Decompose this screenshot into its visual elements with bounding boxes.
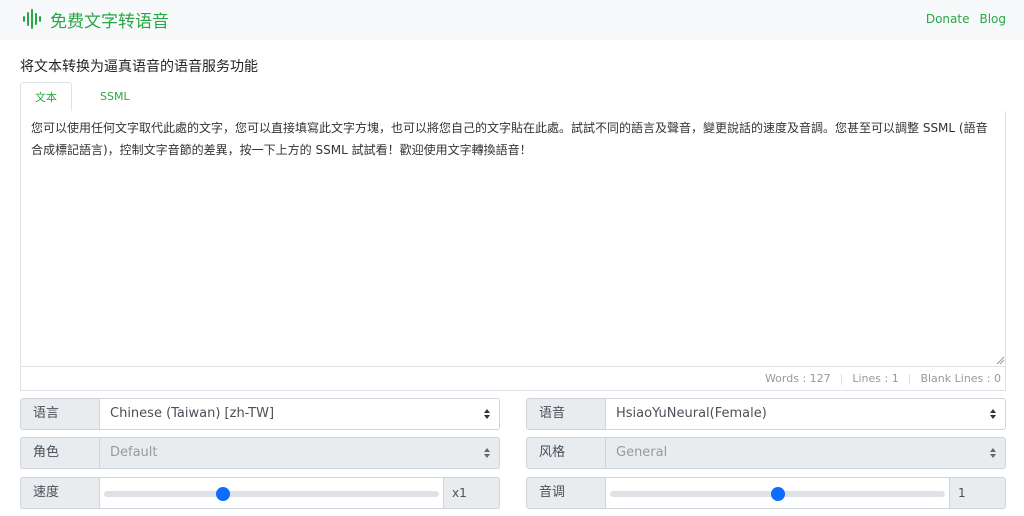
language-group: 语言 Chinese (Taiwan) [zh-TW] xyxy=(20,398,500,430)
navbar: 免费文字转语音 Donate Blog xyxy=(0,0,1024,40)
blog-link[interactable]: Blog xyxy=(979,12,1006,26)
select-arrows-icon xyxy=(484,409,490,419)
brand-link[interactable]: 免费文字转语音 xyxy=(22,7,169,32)
voice-label: 语音 xyxy=(526,398,606,430)
style-label: 风格 xyxy=(526,437,606,469)
tab-text[interactable]: 文本 xyxy=(20,82,72,112)
resize-handle-icon[interactable] xyxy=(996,356,1005,365)
speed-label: 速度 xyxy=(20,477,100,509)
speed-slider[interactable] xyxy=(100,477,444,509)
role-label: 角色 xyxy=(20,437,100,469)
blank-line-count: Blank Lines : 0 xyxy=(920,372,1001,385)
text-stats: Words : 127 | Lines : 1 | Blank Lines : … xyxy=(20,367,1006,391)
page-title: 将文本转换为逼真语音的语音服务功能 xyxy=(20,59,258,75)
select-arrows-icon xyxy=(484,448,490,458)
language-label: 语言 xyxy=(20,398,100,430)
nav-links: Donate Blog xyxy=(926,12,1006,26)
tab-bar: 文本 SSML xyxy=(20,82,1006,112)
divider: | xyxy=(907,372,912,385)
speed-slider-thumb[interactable] xyxy=(216,487,231,501)
audio-wave-icon xyxy=(23,9,41,29)
slider-track xyxy=(104,491,439,497)
style-group: 风格 General xyxy=(526,437,1006,469)
speed-group: 速度 x1 xyxy=(20,477,500,509)
style-value: General xyxy=(616,445,668,460)
select-arrows-icon xyxy=(990,409,996,419)
divider: | xyxy=(839,372,844,385)
speed-value: x1 xyxy=(444,477,500,509)
pitch-slider[interactable] xyxy=(606,477,950,509)
role-select: Default xyxy=(100,437,500,469)
line-count: Lines : 1 xyxy=(852,372,899,385)
donate-link[interactable]: Donate xyxy=(926,12,970,26)
app-title: 免费文字转语音 xyxy=(50,11,169,32)
language-value: Chinese (Taiwan) [zh-TW] xyxy=(110,406,275,421)
word-count: Words : 127 xyxy=(764,372,831,385)
voice-value: HsiaoYuNeural(Female) xyxy=(616,406,767,421)
pitch-slider-thumb[interactable] xyxy=(770,487,785,501)
pitch-value: 1 xyxy=(950,477,1006,509)
pitch-label: 音调 xyxy=(526,477,606,509)
tab-ssml[interactable]: SSML xyxy=(86,82,144,112)
language-select[interactable]: Chinese (Taiwan) [zh-TW] xyxy=(100,398,500,430)
text-input[interactable]: 您可以使用任何文字取代此處的文字，您可以直接填寫此文字方塊，也可以將您自己的文字… xyxy=(20,111,1006,367)
role-value: Default xyxy=(110,445,158,460)
voice-group: 语音 HsiaoYuNeural(Female) xyxy=(526,398,1006,430)
voice-select[interactable]: HsiaoYuNeural(Female) xyxy=(606,398,1006,430)
role-group: 角色 Default xyxy=(20,437,500,469)
style-select: General xyxy=(606,437,1006,469)
pitch-group: 音调 1 xyxy=(526,477,1006,509)
select-arrows-icon xyxy=(990,448,996,458)
